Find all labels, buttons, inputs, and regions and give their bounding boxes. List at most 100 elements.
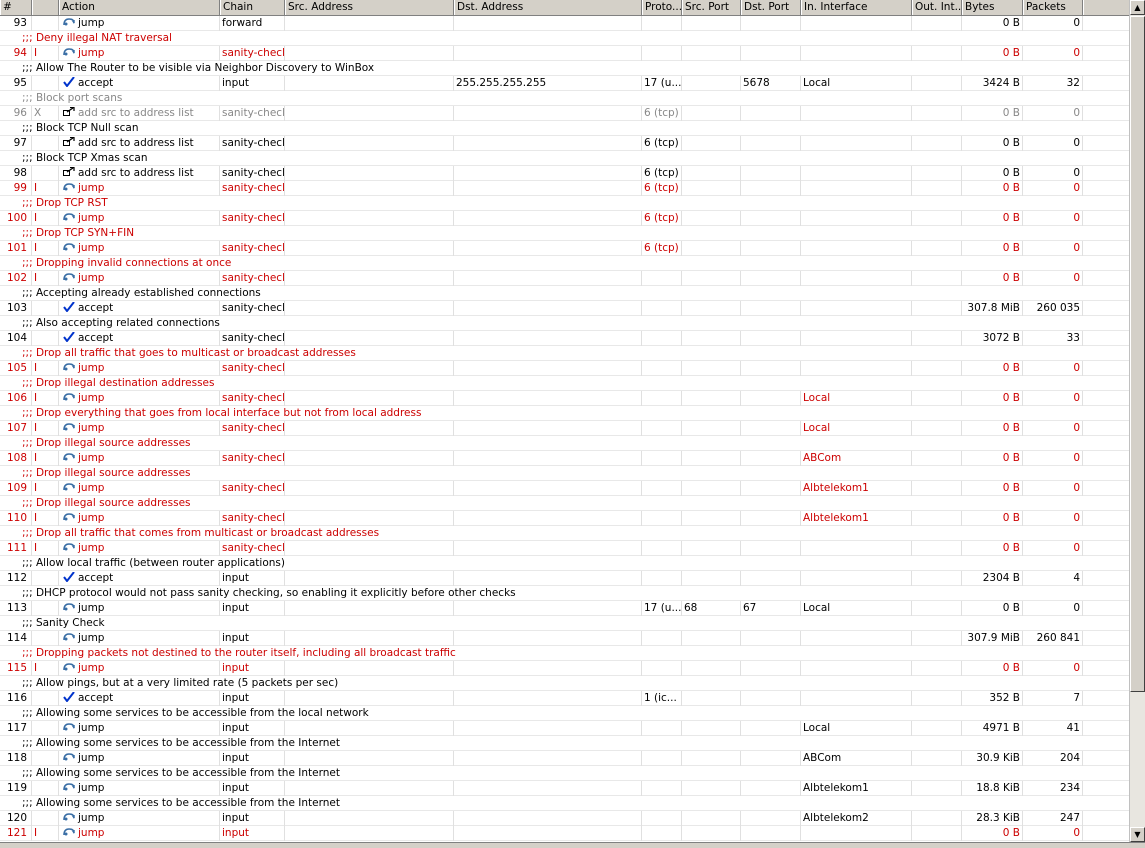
rule-action-label: jump: [78, 812, 105, 824]
table-row[interactable]: 94 Ijump sanity-check 0 B0: [0, 46, 1129, 61]
rule-chain: input: [220, 691, 285, 706]
table-row[interactable]: 93 jump forward 0 B0: [0, 16, 1129, 31]
scrollbar-thumb[interactable]: [1130, 16, 1145, 692]
rule-action-label: accept: [78, 332, 114, 344]
column-header-out-interface[interactable]: Out. Int...: [912, 0, 962, 15]
rule-number: 106: [0, 391, 32, 406]
column-header-dst-address[interactable]: Dst. Address: [454, 0, 642, 15]
rule-comment-row[interactable]: ;;; Drop illegal source addresses: [0, 466, 1129, 481]
rule-comment-row[interactable]: ;;; Accepting already established connec…: [0, 286, 1129, 301]
rule-src-port: [682, 811, 741, 826]
rule-action-label: jump: [78, 662, 105, 674]
rule-action: jump: [59, 46, 220, 61]
table-row[interactable]: 112 accept input 2304 B4: [0, 571, 1129, 586]
table-row[interactable]: 111 Ijump sanity-check 0 B0: [0, 541, 1129, 556]
rule-number: 110: [0, 511, 32, 526]
table-row[interactable]: 113 jump input 17 (u... 68 67 Local 0 B0: [0, 601, 1129, 616]
rule-comment-row[interactable]: ;;; Allowing some services to be accessi…: [0, 736, 1129, 751]
table-row[interactable]: 115 Ijump input 0 B0: [0, 661, 1129, 676]
rule-comment-row[interactable]: ;;; Drop TCP SYN+FIN: [0, 226, 1129, 241]
table-row[interactable]: 106 Ijump sanity-check Local 0 B0: [0, 391, 1129, 406]
table-row[interactable]: 103 accept sanity-check 307.8 MiB 260 035: [0, 301, 1129, 316]
rule-comment-row[interactable]: ;;; Block TCP Null scan: [0, 121, 1129, 136]
rule-comment-row[interactable]: ;;; Drop illegal source addresses: [0, 496, 1129, 511]
scroll-up-arrow-icon[interactable]: ▲: [1130, 0, 1145, 15]
table-row[interactable]: 118 jump input ABCom 30.9 KiB 204: [0, 751, 1129, 766]
rule-comment-row[interactable]: ;;; Dropping invalid connections at once: [0, 256, 1129, 271]
column-header-number[interactable]: #: [0, 0, 32, 15]
rule-comment-row[interactable]: ;;; Drop everything that goes from local…: [0, 406, 1129, 421]
rule-flag: [32, 301, 59, 316]
rule-flag: [32, 721, 59, 736]
rule-comment-row[interactable]: ;;; Also accepting related connections: [0, 316, 1129, 331]
table-row[interactable]: 96 Xadd src to address list sanity-check 6 …: [0, 106, 1129, 121]
column-header-in-interface[interactable]: In. Interface: [801, 0, 912, 15]
table-row[interactable]: 119 jump input Albtelekom1 18.8 KiB 234: [0, 781, 1129, 796]
table-row[interactable]: 114 jump input 307.9 MiB 260 841: [0, 631, 1129, 646]
table-row[interactable]: 105 Ijump sanity-check 0 B0: [0, 361, 1129, 376]
rule-comment-row[interactable]: ;;; DHCP protocol would not pass sanity …: [0, 586, 1129, 601]
rule-src-address: [285, 571, 454, 586]
column-header-action[interactable]: Action: [59, 0, 220, 15]
rule-dst-address: [454, 211, 642, 226]
rule-src-port: [682, 511, 741, 526]
rule-dst-address: [454, 781, 642, 796]
rule-comment-row[interactable]: ;;; Block TCP Xmas scan: [0, 151, 1129, 166]
table-row[interactable]: 107 Ijump sanity-check Local 0 B0: [0, 421, 1129, 436]
column-header-packets[interactable]: Packets: [1023, 0, 1083, 15]
rule-comment-row[interactable]: ;;; Allowing some services to be accessi…: [0, 796, 1129, 811]
table-row[interactable]: 104 accept sanity-check 3072 B 33: [0, 331, 1129, 346]
table-row[interactable]: 101 Ijump sanity-check 6 (tcp) 0 B0: [0, 241, 1129, 256]
table-row[interactable]: 121 Ijump input 0 B0: [0, 826, 1129, 841]
rule-comment-row[interactable]: ;;; Drop TCP RST: [0, 196, 1129, 211]
rule-src-port: [682, 451, 741, 466]
rule-comment-row[interactable]: ;;; Allow local traffic (between router …: [0, 556, 1129, 571]
table-row[interactable]: 98 add src to address list sanity-check 6 (…: [0, 166, 1129, 181]
rule-comment-row[interactable]: ;;; Drop illegal source addresses: [0, 436, 1129, 451]
table-row[interactable]: 100 Ijump sanity-check 6 (tcp) 0 B0: [0, 211, 1129, 226]
vertical-scrollbar[interactable]: ▲ ▼: [1129, 0, 1145, 842]
rule-comment-row[interactable]: ;;; Drop illegal destination addresses: [0, 376, 1129, 391]
rule-comment-row[interactable]: ;;; Deny illegal NAT traversal: [0, 31, 1129, 46]
table-row[interactable]: 108 Ijump sanity-check ABCom 0 B0: [0, 451, 1129, 466]
rule-chain: input: [220, 661, 285, 676]
rule-dst-address: [454, 106, 642, 121]
column-header-flags[interactable]: [32, 0, 59, 15]
column-header-dst-port[interactable]: Dst. Port: [741, 0, 801, 15]
rule-comment-row[interactable]: ;;; Allowing some services to be accessi…: [0, 706, 1129, 721]
rule-comment-row[interactable]: ;;; Dropping packets not destined to the…: [0, 646, 1129, 661]
rule-comment-row[interactable]: ;;; Allow The Router to be visible via N…: [0, 61, 1129, 76]
rule-comment-text: ;;; Block TCP Null scan: [22, 122, 139, 134]
column-header-protocol[interactable]: Proto...: [642, 0, 682, 15]
table-row[interactable]: 97 add src to address list sanity-check 6 (…: [0, 136, 1129, 151]
table-row[interactable]: 102 Ijump sanity-check 0 B0: [0, 271, 1129, 286]
rule-comment-row[interactable]: ;;; Drop all traffic that goes to multic…: [0, 346, 1129, 361]
rule-number: 96: [0, 106, 32, 121]
table-row[interactable]: 110 Ijump sanity-check Albtelekom1 0 B0: [0, 511, 1129, 526]
add-to-list-icon: [63, 167, 75, 177]
rule-in-interface: [801, 106, 912, 121]
rule-comment-row[interactable]: ;;; Sanity Check: [0, 616, 1129, 631]
rule-comment-row[interactable]: ;;; Block port scans: [0, 91, 1129, 106]
table-row[interactable]: 116 accept input 1 (ic... 352 B7: [0, 691, 1129, 706]
table-row[interactable]: 120 jump input Albtelekom2 28.3 KiB 247: [0, 811, 1129, 826]
rule-comment-row[interactable]: ;;; Allowing some services to be accessi…: [0, 766, 1129, 781]
table-row[interactable]: 95 accept input 255.255.255.255 17 (u... 5678…: [0, 76, 1129, 91]
table-row[interactable]: 99 Ijump sanity-check 6 (tcp) 0 B0: [0, 181, 1129, 196]
rule-comment-row[interactable]: ;;; Drop all traffic that comes from mul…: [0, 526, 1129, 541]
scroll-down-arrow-icon[interactable]: ▼: [1130, 827, 1145, 842]
rule-flag: I: [32, 391, 59, 406]
column-header-bytes[interactable]: Bytes: [962, 0, 1023, 15]
rule-action: accept: [59, 691, 220, 706]
rule-comment-row[interactable]: ;;; Allow pings, but at a very limited r…: [0, 676, 1129, 691]
table-row[interactable]: 109 Ijump sanity-check Albtelekom1 0 B0: [0, 481, 1129, 496]
table-row[interactable]: 117 jump input Local 4971 B 41: [0, 721, 1129, 736]
rule-dst-address: [454, 451, 642, 466]
rule-protocol: [642, 301, 682, 316]
rule-chain: sanity-check: [222, 181, 285, 196]
column-header-chain[interactable]: Chain: [220, 0, 285, 15]
jump-icon: [63, 752, 75, 762]
column-header-src-address[interactable]: Src. Address: [285, 0, 454, 15]
rule-chain: sanity-check: [222, 541, 285, 556]
column-header-src-port[interactable]: Src. Port: [682, 0, 741, 15]
